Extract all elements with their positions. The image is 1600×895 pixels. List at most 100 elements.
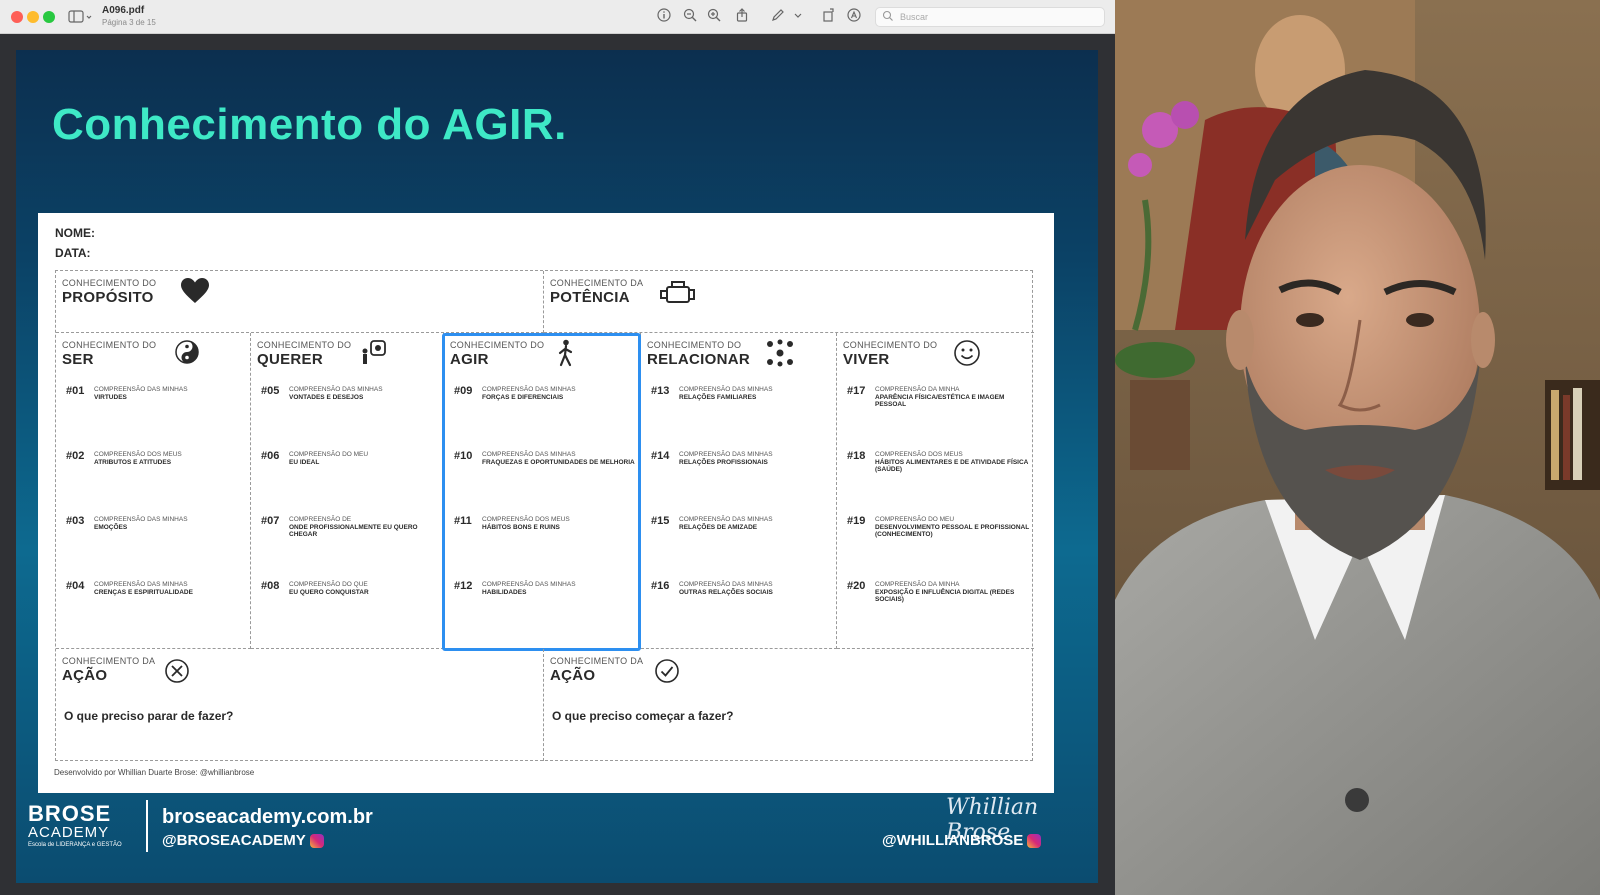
item-description: COMPREENSÃO DO QUE EU QUERO CONQUISTAR — [289, 581, 369, 596]
question-start: O que preciso começar a fazer? — [552, 709, 734, 723]
instagram-icon — [1027, 834, 1042, 849]
item-number: #14 — [651, 450, 670, 462]
pdf-page: Conhecimento do AGIR. NOME: DATA: CONHEC… — [16, 50, 1098, 883]
webcam-feed — [1115, 0, 1600, 895]
item-description: COMPREENSÃO DA MINHA APARÊNCIA FÍSICA/EST… — [875, 386, 1005, 408]
item-number: #03 — [66, 515, 85, 527]
footer-handle: @BROSEACADEMY — [162, 832, 324, 849]
date-label: DATA: — [55, 246, 91, 260]
sidebar-toggle-icon[interactable] — [68, 8, 94, 26]
cell-heading: QUERER — [257, 351, 323, 368]
worksheet-card: NOME: DATA: CONHECIMENTO DO PROPÓSITO CO… — [38, 213, 1054, 793]
engine-icon — [660, 279, 696, 312]
presenter-video-image — [1115, 0, 1600, 895]
footer-handle-personal: @WHILLIANBROSE — [882, 832, 1042, 849]
question-stop: O que preciso parar de fazer? — [64, 709, 234, 723]
cell-heading-small: CONHECIMENTO DO — [843, 340, 938, 350]
item-number: #13 — [651, 385, 670, 397]
cell-ser: CONHECIMENTO DO SER #01 COMPREENSÃO DAS MIN… — [56, 333, 251, 649]
item-number: #07 — [261, 515, 280, 527]
cell-acao-parar: CONHECIMENTO DA AÇÃO O que preciso parar… — [56, 649, 544, 761]
yin-yang-icon — [174, 339, 200, 370]
search-placeholder: Buscar — [900, 12, 929, 22]
cell-heading-small: CONHECIMENTO DO — [647, 340, 742, 350]
cell-acao-comecar: CONHECIMENTO DA AÇÃO O que preciso começ… — [544, 649, 1034, 761]
item-description: COMPREENSÃO DAS MINHAS VIRTUDES — [94, 386, 188, 401]
item-description: COMPREENSÃO DAS MINHAS RELAÇÕES DE AMIZAD… — [679, 516, 773, 531]
document-title: A096.pdf — [102, 5, 145, 16]
title-bar: A096.pdf Página 3 de 15 Buscar — [0, 0, 1115, 34]
credit-text: Desenvolvido por Whillian Duarte Brose: … — [54, 768, 255, 777]
item-number: #02 — [66, 450, 85, 462]
close-window-button[interactable] — [11, 11, 23, 23]
item-number: #16 — [651, 580, 670, 592]
cell-proposito: CONHECIMENTO DO PROPÓSITO — [56, 271, 544, 333]
item-number: #08 — [261, 580, 280, 592]
item-number: #05 — [261, 385, 280, 397]
info-icon[interactable] — [655, 8, 673, 26]
search-icon — [882, 10, 894, 25]
item-number: #19 — [847, 515, 866, 527]
zoom-window-button[interactable] — [43, 11, 55, 23]
cell-heading: RELACIONAR — [647, 351, 750, 368]
cell-heading: POTÊNCIA — [550, 289, 630, 306]
brose-academy-logo: BROSE ACADEMY Escola de LIDERANÇA e GEST… — [28, 801, 122, 849]
item-description: COMPREENSÃO DAS MINHAS CRENÇAS E ESPIRITU… — [94, 581, 193, 596]
item-description: COMPREENSÃO DOS MEUS HÁBITOS ALIMENTARES … — [875, 451, 1029, 473]
cell-heading-small: CONHECIMENTO DA — [550, 656, 644, 666]
zoom-in-icon[interactable] — [705, 8, 723, 26]
item-description: COMPREENSÃO DAS MINHAS VONTADES E DESEJOS — [289, 386, 383, 401]
search-input[interactable]: Buscar — [875, 7, 1105, 27]
item-description: COMPREENSÃO DE ONDE PROFISSIONALMENTE EU … — [289, 516, 418, 538]
smiley-icon — [953, 339, 981, 372]
item-number: #20 — [847, 580, 866, 592]
share-icon[interactable] — [733, 8, 751, 26]
item-description: COMPREENSÃO DO MEU DESENVOLVIMENTO PESSOA… — [875, 516, 1030, 538]
item-description: COMPREENSÃO DAS MINHAS EMOÇÕES — [94, 516, 188, 531]
cell-heading: VIVER — [843, 351, 890, 368]
cell-heading: SER — [62, 351, 94, 368]
item-description: COMPREENSÃO DAS MINHAS RELAÇÕES PROFISSIO… — [679, 451, 773, 466]
cell-relacionar: CONHECIMENTO DO RELACIONAR #13 COMPREENSÃO … — [641, 333, 837, 649]
network-icon — [765, 339, 795, 372]
cell-heading-small: CONHECIMENTO DA — [62, 656, 156, 666]
cell-heading: PROPÓSITO — [62, 289, 154, 306]
pdf-viewer-window: A096.pdf Página 3 de 15 Buscar Conhecime… — [0, 0, 1115, 895]
item-description: COMPREENSÃO DA MINHA EXPOSIÇÃO E INFLUÊNC… — [875, 581, 1015, 603]
rotate-icon[interactable] — [820, 8, 838, 26]
cell-heading-small: CONHECIMENTO DO — [62, 340, 157, 350]
annotate-icon[interactable] — [845, 8, 863, 26]
markup-menu-chevron-icon[interactable] — [792, 8, 804, 26]
item-description: COMPREENSÃO DO MEU EU IDEAL — [289, 451, 369, 466]
heart-icon — [180, 277, 210, 310]
cell-querer: CONHECIMENTO DO QUERER #05 COMPREENSÃO DAS … — [251, 333, 444, 649]
minimize-window-button[interactable] — [27, 11, 39, 23]
page-indicator: Página 3 de 15 — [102, 18, 156, 27]
cell-heading-small: CONHECIMENTO DA — [550, 278, 644, 288]
cell-heading: AÇÃO — [62, 667, 108, 684]
item-number: #04 — [66, 580, 85, 592]
item-number: #15 — [651, 515, 670, 527]
item-description: COMPREENSÃO DOS MEUS ATRIBUTOS E ATITUDES — [94, 451, 182, 466]
cell-potencia: CONHECIMENTO DA POTÊNCIA — [544, 271, 1034, 333]
footer-divider — [146, 800, 148, 852]
slide-title: Conhecimento do AGIR. — [52, 100, 567, 149]
zoom-out-icon[interactable] — [681, 8, 699, 26]
item-number: #18 — [847, 450, 866, 462]
name-label: NOME: — [55, 226, 95, 240]
item-description: COMPREENSÃO DAS MINHAS RELAÇÕES FAMILIARE… — [679, 386, 773, 401]
agir-column-highlight — [442, 333, 641, 651]
cell-heading-small: CONHECIMENTO DO — [62, 278, 157, 288]
cell-heading: AÇÃO — [550, 667, 596, 684]
item-description: COMPREENSÃO DAS MINHAS OUTRAS RELAÇÕES SO… — [679, 581, 773, 596]
footer-website: broseacademy.com.br — [162, 806, 373, 828]
instagram-icon — [309, 834, 324, 849]
item-number: #01 — [66, 385, 85, 397]
cell-heading-small: CONHECIMENTO DO — [257, 340, 352, 350]
item-number: #06 — [261, 450, 280, 462]
person-goal-icon — [359, 339, 387, 370]
x-circle-icon — [164, 658, 190, 689]
cell-viver: CONHECIMENTO DO VIVER #17 COMPREENSÃO DA MI… — [837, 333, 1034, 649]
markup-pen-icon[interactable] — [769, 8, 787, 26]
check-circle-icon — [654, 658, 680, 689]
